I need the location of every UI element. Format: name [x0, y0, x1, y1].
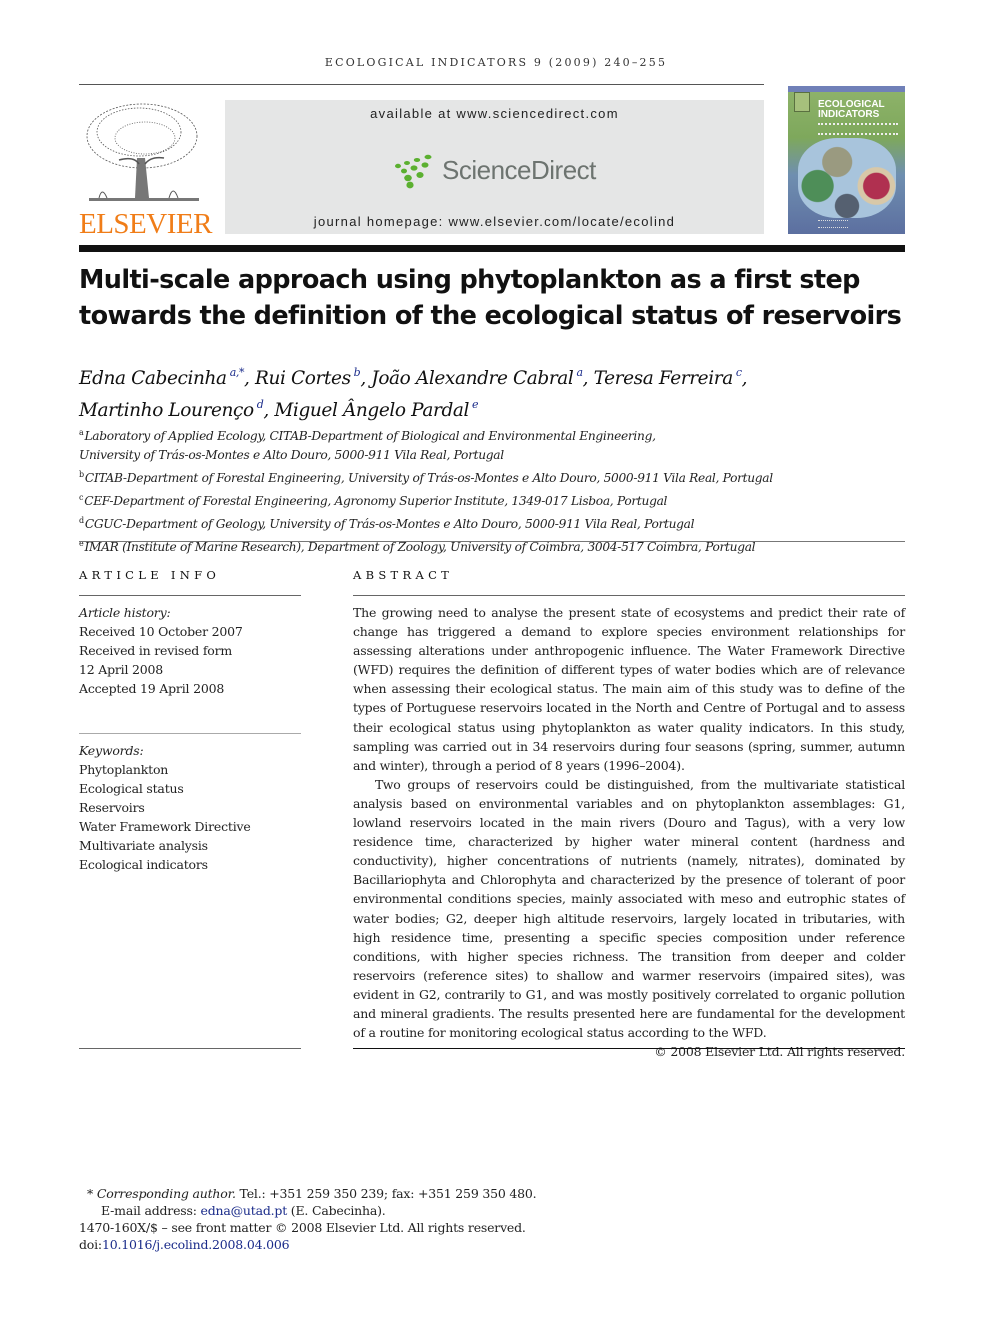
cover-title-line2: INDICATORS: [818, 109, 880, 120]
affiliation-text: Laboratory of Applied Ecology, CITAB-Dep…: [84, 429, 656, 443]
front-matter: 1470-160X/$ – see front matter © 2008 El…: [79, 1220, 526, 1235]
corresponding-label: Corresponding author.: [96, 1186, 236, 1201]
elsevier-wordmark: ELSEVIER: [79, 208, 212, 240]
abstract-paragraph: The growing need to analyse the present …: [353, 605, 905, 773]
email-line: E-mail address: edna@utad.pt (E. Cabecin…: [79, 1202, 679, 1219]
author-affiliation-mark[interactable]: e: [472, 398, 479, 411]
cover-subtitle: [818, 123, 898, 135]
affiliation-mark: a: [79, 428, 84, 437]
doi-line: doi:10.1016/j.ecolind.2008.04.006: [79, 1236, 679, 1253]
abstract-rule: [353, 595, 905, 596]
journal-homepage-text[interactable]: journal homepage: www.elsevier.com/locat…: [225, 214, 764, 229]
affiliation-text: IMAR (Institute of Marine Research), Dep…: [84, 540, 756, 554]
sciencedirect-dots-icon: [395, 154, 432, 189]
sciencedirect-banner: available at www.sciencedirect.com Scien…: [225, 100, 764, 234]
affiliations: aLaboratory of Applied Ecology, CITAB-De…: [79, 423, 919, 557]
affiliation-mark: d: [79, 516, 84, 525]
affiliation: bCITAB-Department of Forestal Engineerin…: [79, 465, 919, 488]
history-item: Received in revised form: [79, 643, 233, 658]
author-name: Rui Cortes: [255, 368, 351, 389]
email-link[interactable]: edna@utad.pt: [201, 1203, 288, 1218]
affiliation: dCGUC-Department of Geology, University …: [79, 511, 919, 534]
doi-label: doi:: [79, 1237, 102, 1252]
email-label: E-mail address:: [101, 1203, 201, 1218]
author-separator: ,: [741, 368, 748, 389]
keyword: Reservoirs: [79, 800, 145, 815]
affiliation-mark: c: [79, 493, 84, 502]
doi-link[interactable]: 10.1016/j.ecolind.2008.04.006: [102, 1237, 290, 1252]
affiliation-text: CITAB-Department of Forestal Engineering…: [84, 471, 773, 485]
sciencedirect-logo[interactable]: ScienceDirect: [390, 152, 600, 192]
elsevier-tree-icon: [79, 98, 205, 208]
abstract-paragraph: Two groups of reservoirs could be distin…: [353, 776, 905, 1041]
article-info-rule: [79, 595, 301, 596]
affiliation-mark: b: [79, 470, 84, 479]
copyright-notice: © 2008 Elsevier Ltd. All rights reserved…: [654, 1044, 905, 1060]
running-head: ECOLOGICAL INDICATORS 9 (2009) 240–255: [324, 56, 668, 69]
author-name: João Alexandre Cabral: [371, 368, 574, 389]
title-rule: [79, 245, 905, 252]
affiliation-text-continued: University of Trás-os-Montes e Alto Dour…: [79, 448, 504, 462]
author-separator: ,: [582, 368, 594, 389]
affiliation-text: CGUC-Department of Geology, University o…: [84, 517, 695, 531]
article-info-bottom-rule: [79, 1048, 301, 1049]
author-name: Teresa Ferreira: [593, 368, 734, 389]
author-separator: ,: [360, 368, 372, 389]
affiliation: aLaboratory of Applied Ecology, CITAB-De…: [79, 423, 919, 446]
available-at-text[interactable]: available at www.sciencedirect.com: [225, 106, 764, 121]
author-separator: ,: [244, 368, 256, 389]
keyword: Water Framework Directive: [79, 819, 251, 834]
history-item: Accepted 19 April 2008: [79, 681, 225, 696]
header-rule: [79, 84, 764, 85]
footnotes: * Corresponding author. Tel.: +351 259 3…: [79, 1185, 679, 1253]
author-affiliation-mark[interactable]: a,*: [230, 366, 245, 379]
history-item: 12 April 2008: [79, 662, 164, 677]
article-history: Article history: Received 10 October 200…: [79, 603, 301, 698]
keyword: Ecological indicators: [79, 857, 208, 872]
cover-publisher-logo-icon: [794, 92, 810, 112]
keyword: Ecological status: [79, 781, 184, 796]
keywords: Keywords: Phytoplankton Ecological statu…: [79, 741, 301, 874]
keywords-rule: [79, 733, 301, 734]
article-title: Multi-scale approach using phytoplankton…: [79, 265, 902, 331]
sciencedirect-logo-text: ScienceDirect: [442, 155, 596, 185]
affiliation-rule: [79, 541, 905, 542]
abstract-heading: ABSTRACT: [353, 568, 454, 582]
author-list: Edna Cabecinha a,*, Rui Cortes b, João Ale…: [79, 360, 919, 424]
abstract-bottom-rule: [353, 1048, 905, 1049]
keywords-label: Keywords:: [79, 743, 144, 758]
cover-photo-collage: [798, 138, 896, 218]
journal-cover-image: ECOLOGICAL INDICATORS: [788, 86, 905, 234]
affiliation-text: CEF-Department of Forestal Engineering, …: [84, 494, 668, 508]
cover-editor: [818, 220, 848, 228]
author-name: Martinho Lourenço: [79, 400, 254, 421]
keyword: Phytoplankton: [79, 762, 169, 777]
cover-title: ECOLOGICAL INDICATORS: [818, 100, 885, 120]
author-name: Miguel Ângelo Pardal: [274, 400, 470, 421]
author-separator: ,: [263, 400, 275, 421]
affiliation: cCEF-Department of Forestal Engineering,…: [79, 488, 919, 511]
email-suffix: (E. Cabecinha).: [287, 1203, 386, 1218]
article-history-label: Article history:: [79, 605, 171, 620]
contact-numbers: Tel.: +351 259 350 239; fax: +351 259 35…: [235, 1186, 537, 1201]
article-info-heading: ARTICLE INFO: [79, 568, 221, 582]
keyword: Multivariate analysis: [79, 838, 208, 853]
abstract-body: The growing need to analyse the present …: [353, 603, 905, 1061]
footnote-star: *: [87, 1186, 94, 1201]
history-item: Received 10 October 2007: [79, 624, 243, 639]
author-name: Edna Cabecinha: [79, 368, 227, 389]
corresponding-author-note: * Corresponding author. Tel.: +351 259 3…: [79, 1185, 679, 1202]
affiliation: eIMAR (Institute of Marine Research), De…: [79, 534, 919, 557]
